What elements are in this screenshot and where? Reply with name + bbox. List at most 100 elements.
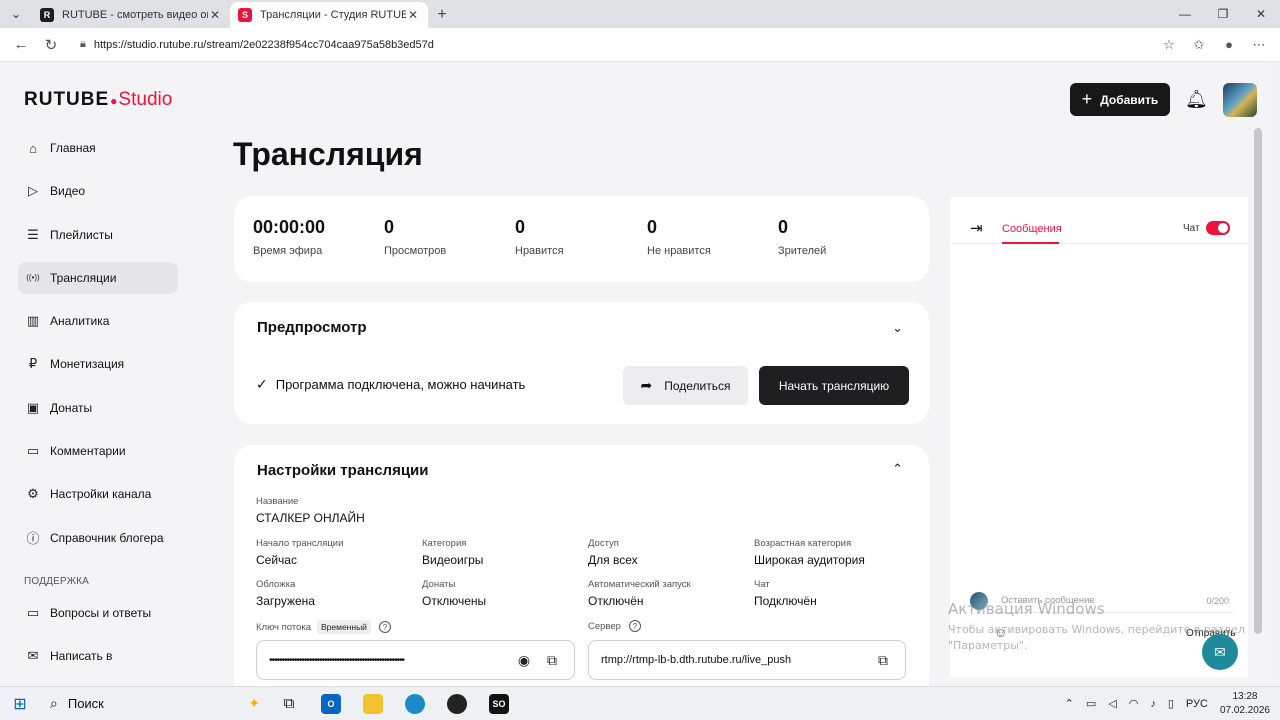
url-field[interactable]: 🔒︎ https://studio.rutube.ru/stream/2e022… — [72, 32, 1148, 58]
edge-browser-icon[interactable] — [394, 689, 436, 719]
field-value: Широкая аудитория — [754, 553, 865, 567]
favorite-star-icon[interactable]: ☆ — [1154, 31, 1184, 59]
reload-icon[interactable]: ↻ — [36, 31, 66, 59]
browser-tab-studio[interactable]: S Трансляции - Студия RUTUBE ✕ — [230, 2, 428, 28]
chevron-up-icon[interactable]: ⌃ — [892, 461, 903, 477]
stream-key-label: Ключ потока Временный ? — [256, 620, 391, 634]
copy-icon[interactable]: ⧉ — [873, 652, 893, 669]
favorites-list-icon[interactable]: ✩ — [1184, 31, 1214, 59]
field-value: Видеоигры — [422, 553, 484, 567]
eye-icon[interactable]: ◉ — [514, 652, 534, 669]
field-value: Загружена — [256, 594, 315, 608]
close-icon[interactable]: ✕ — [406, 8, 420, 22]
maximize-icon[interactable]: ❐ — [1204, 0, 1242, 28]
stat-airtime: 00:00:00 Время эфира — [253, 217, 325, 257]
back-arrow-icon[interactable]: ← — [6, 31, 36, 59]
close-icon[interactable]: ✕ — [208, 8, 222, 22]
stat-value: 0 — [778, 217, 789, 237]
new-tab-plus-icon[interactable]: + — [428, 2, 456, 28]
connection-status-text: Программа подключена, можно начинать — [275, 377, 526, 392]
collapse-panel-icon[interactable]: ⇥ — [970, 219, 983, 237]
sidebar-item-broadcasts[interactable]: ((•)) Трансляции — [18, 261, 178, 294]
field-age-rating: Возрастная категория Широкая аудитория — [754, 538, 865, 567]
chat-toggle-label: Чат — [1183, 223, 1200, 234]
stat-value: 0 — [384, 217, 395, 237]
add-button-label: Добавить — [1100, 92, 1159, 107]
browser-tab-rutube[interactable]: R RUTUBE - смотреть видео онлай ✕ — [32, 2, 230, 28]
sidebar-item-donations[interactable]: ▣ Донаты — [18, 392, 178, 424]
sidebar-item-write-support[interactable]: ✉ Написать в — [18, 640, 178, 672]
tab-list-chevron-icon[interactable]: ⌄ — [0, 0, 32, 28]
stream-key-field[interactable]: ••••••••••••••••••••••••••••••••••••••••… — [256, 640, 575, 680]
page-scrollbar[interactable] — [1254, 128, 1262, 634]
broadcast-icon: ((•)) — [26, 273, 40, 283]
avatar[interactable] — [1223, 83, 1257, 117]
sidebar-item-analytics[interactable]: ▥ Аналитика — [18, 305, 178, 337]
streaming-app-icon[interactable]: SO — [478, 689, 520, 719]
task-view-icon[interactable]: ⧉ — [268, 689, 310, 719]
windows-taskbar: ⊞ ⌕ Поиск ✦ ⧉ O SO ⌃ ▭ ◁ ◠ ♪ ▯ РУС 13:28… — [0, 686, 1280, 720]
stat-likes: 0 Нравится — [515, 217, 564, 257]
wifi-icon[interactable]: ◠ — [1129, 697, 1139, 710]
field-name: Название СТАЛКЕР ОНЛАЙН — [256, 496, 365, 525]
speaker-icon[interactable]: ◁ — [1108, 697, 1116, 710]
chat-toggle[interactable] — [1206, 221, 1230, 235]
add-button[interactable]: + Добавить — [1070, 83, 1170, 116]
search-label: Поиск — [67, 696, 104, 711]
outlook-icon[interactable]: O — [310, 689, 352, 719]
field-chat: Чат Подключён — [754, 579, 817, 608]
server-label-text: Сервер — [588, 620, 621, 632]
tab-messages[interactable]: Сообщения — [1002, 223, 1062, 235]
rutube-studio-logo[interactable]: RUTUBE ● Studio — [24, 89, 172, 111]
help-icon[interactable]: ? — [378, 621, 391, 633]
network-icon[interactable]: ▭ — [1086, 697, 1096, 710]
settings-title: Настройки трансляции — [257, 462, 429, 479]
field-value: Для всех — [588, 553, 638, 567]
bell-icon[interactable]: 🔔︎ — [1185, 89, 1208, 110]
chevron-down-icon[interactable]: ⌄ — [892, 320, 903, 336]
tray-overflow-chevron-icon[interactable]: ⌃ — [1065, 697, 1074, 710]
watermark-text: Чтобы активировать Windows, перейдите в … — [948, 623, 1245, 652]
page-title: Трансляция — [233, 136, 423, 172]
field-autostart: Автоматический запуск Отключён — [588, 579, 691, 608]
sidebar-item-playlists[interactable]: ☰ Плейлисты — [18, 219, 178, 251]
sidebar-item-label: Монетизация — [50, 357, 125, 372]
copy-icon[interactable]: ⧉ — [542, 652, 562, 669]
close-window-icon[interactable]: ✕ — [1242, 0, 1280, 28]
sidebar-item-blogger-guide[interactable]: ⓘ Справочник блогера — [18, 522, 178, 554]
sidebar-item-label: Главная — [50, 141, 96, 155]
playlist-icon: ☰ — [27, 226, 39, 242]
start-broadcast-label: Начать трансляцию — [778, 378, 890, 393]
start-broadcast-button[interactable]: Начать трансляцию — [759, 366, 909, 405]
windows-start-icon[interactable]: ⊞ — [0, 694, 40, 714]
field-label: Возрастная категория — [754, 538, 852, 549]
stat-value: 0 — [647, 217, 658, 237]
help-icon[interactable]: ? — [628, 620, 641, 632]
clock[interactable]: 13:28 07.02.2026 — [1220, 690, 1270, 718]
more-menu-icon[interactable]: ⋯ — [1244, 31, 1274, 59]
sidebar-item-video[interactable]: ▷ Видео — [18, 175, 178, 207]
wallet-icon: ▣ — [26, 399, 40, 415]
share-icon: ➦ — [640, 377, 653, 393]
profile-icon[interactable]: ● — [1214, 31, 1244, 59]
obs-icon[interactable] — [436, 689, 478, 719]
sidebar-item-home[interactable]: ⌂ Главная — [18, 132, 178, 164]
battery-icon[interactable]: ▯ — [1168, 697, 1174, 710]
sidebar-item-faq[interactable]: ▭ Вопросы и ответы — [18, 597, 178, 629]
field-value: Подключён — [754, 594, 817, 608]
sidebar-item-monetization[interactable]: ₽ Монетизация — [18, 348, 178, 380]
studio-favicon-icon: S — [238, 8, 252, 22]
comment-icon: ▭ — [26, 443, 40, 459]
sidebar-item-channel-settings[interactable]: ⚙ Настройки канала — [18, 478, 178, 510]
taskbar-search[interactable]: ⌕ Поиск ✦ — [40, 690, 268, 718]
stat-value: 0 — [515, 217, 526, 237]
lock-icon[interactable]: 🔒︎ — [80, 38, 86, 51]
volume-icon[interactable]: ♪ — [1150, 698, 1156, 710]
file-explorer-icon[interactable] — [352, 689, 394, 719]
sidebar-item-comments[interactable]: ▭ Комментарии — [18, 435, 178, 467]
minimize-icon[interactable]: — — [1166, 0, 1204, 28]
language-indicator[interactable]: РУС — [1186, 698, 1208, 710]
address-bar: ← ↻ 🔒︎ https://studio.rutube.ru/stream/2… — [0, 28, 1280, 62]
server-url-field[interactable]: rtmp://rtmp-lb-b.dth.rutube.ru/live_push… — [588, 640, 906, 680]
share-button[interactable]: ➦ Поделиться — [623, 366, 748, 405]
